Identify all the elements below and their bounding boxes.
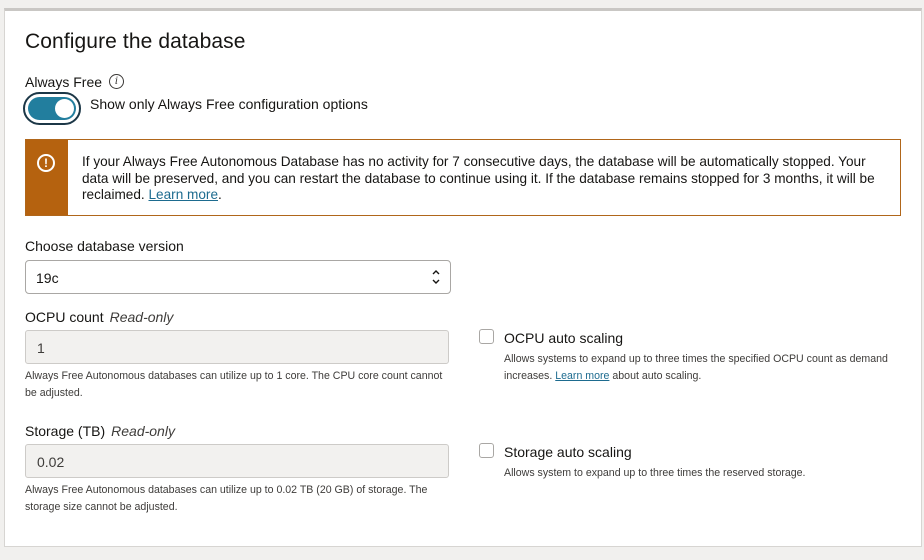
ocpu-label-text: OCPU count xyxy=(25,309,104,325)
always-free-toggle[interactable] xyxy=(23,92,81,125)
configure-database-panel: Configure the database Always Free i Sho… xyxy=(4,8,922,547)
storage-field: 0.02 xyxy=(25,444,449,478)
info-icon[interactable]: i xyxy=(109,74,124,89)
storage-value: 0.02 xyxy=(37,454,65,470)
storage-readonly-tag: Read-only xyxy=(111,423,175,439)
warning-icon: ! xyxy=(37,154,55,172)
always-free-label: Always Free xyxy=(25,74,103,90)
alert-suffix: . xyxy=(218,187,222,202)
select-chevrons-icon xyxy=(431,267,441,287)
ocpu-label: OCPU count Read-only xyxy=(25,309,173,325)
ocpu-auto-scaling-checkbox[interactable] xyxy=(479,329,494,344)
version-value: 19c xyxy=(36,270,59,286)
storage-auto-scaling-help: Allows system to expand up to three time… xyxy=(504,467,806,479)
always-free-toggle-label: Show only Always Free configuration opti… xyxy=(90,96,368,112)
version-label: Choose database version xyxy=(25,238,184,254)
toggle-knob xyxy=(55,99,74,118)
ocpu-readonly-tag: Read-only xyxy=(109,309,174,325)
ocpu-help-text: Always Free Autonomous databases can uti… xyxy=(25,370,443,399)
alert-bar: ! xyxy=(26,140,68,215)
storage-auto-scaling-checkbox[interactable] xyxy=(479,443,494,458)
chevron-up-down-icon xyxy=(432,270,440,284)
storage-help-text: Always Free Autonomous databases can uti… xyxy=(25,484,428,513)
ocpu-auto-scaling-label: OCPU auto scaling xyxy=(504,330,624,346)
section-title: Configure the database xyxy=(25,30,246,53)
storage-label: Storage (TB) Read-only xyxy=(25,423,175,439)
inactivity-warning-alert: ! If your Always Free Autonomous Databas… xyxy=(25,139,901,216)
alert-learn-more-link[interactable]: Learn more xyxy=(149,187,219,202)
ocpu-count-field: 1 xyxy=(25,330,449,364)
alert-message: If your Always Free Autonomous Database … xyxy=(82,154,892,204)
ocpu-scaling-learn-more-link[interactable]: Learn more xyxy=(555,370,609,382)
storage-auto-scaling-label: Storage auto scaling xyxy=(504,444,632,460)
storage-label-text: Storage (TB) xyxy=(25,423,106,439)
database-version-select[interactable]: 19c xyxy=(25,260,451,294)
ocpu-scaling-help-suffix: about auto scaling. xyxy=(612,370,702,382)
ocpu-value: 1 xyxy=(37,340,45,356)
toggle-track xyxy=(28,97,76,120)
ocpu-auto-scaling-help: Allows systems to expand up to three tim… xyxy=(504,351,916,385)
